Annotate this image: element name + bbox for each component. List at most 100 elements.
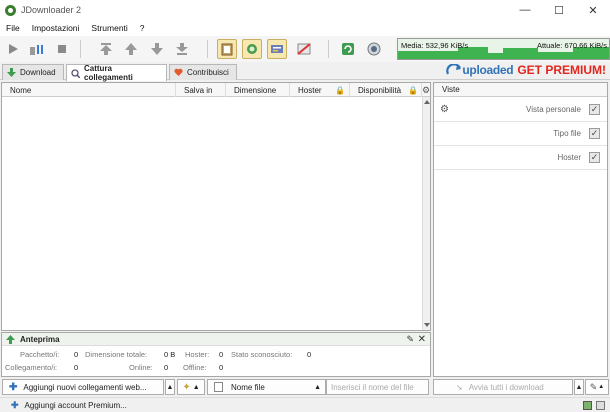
column-save-to[interactable]: Salva in xyxy=(176,83,226,97)
stat-label: Pacchetto/i: xyxy=(20,350,60,359)
clear-list-button[interactable]: ✦ ▲ xyxy=(177,379,205,395)
play-icon[interactable] xyxy=(3,39,23,59)
column-size[interactable]: Dimensione xyxy=(226,83,290,97)
preview-title: Anteprima xyxy=(20,334,60,344)
premium-banner[interactable]: uploaded GET PREMIUM! xyxy=(446,63,606,77)
file-icon xyxy=(214,382,223,392)
stat-value: 0 xyxy=(164,363,169,372)
premium-icon[interactable] xyxy=(267,39,287,59)
chevron-up-icon: ▲ xyxy=(598,384,605,390)
start-options-dropdown[interactable]: ▲ xyxy=(574,379,584,395)
add-premium-account-link[interactable]: Aggiungi account Premium... xyxy=(25,401,127,410)
start-all-icon: ➘ xyxy=(456,382,463,392)
stat-label: Collegamento/i: xyxy=(5,363,58,372)
plus-icon: ✚ xyxy=(9,381,18,393)
pause-icon[interactable] xyxy=(27,39,47,59)
auto-reconnect-icon[interactable] xyxy=(242,39,262,59)
window-title: JDownloader 2 xyxy=(21,5,82,15)
views-panel: Viste ⚙ Vista personale ✓ Tipo file ✓ Ho… xyxy=(433,82,608,377)
view-option-custom[interactable]: ⚙ Vista personale ✓ xyxy=(434,98,607,122)
chevron-up-icon: ▲ xyxy=(314,383,321,391)
speed-average: Media: 532,96 KiB/s xyxy=(401,41,469,50)
update-status-icon[interactable] xyxy=(583,401,592,410)
stop-icon[interactable] xyxy=(52,39,72,59)
link-grid[interactable]: Nome Salva in Dimensione Hoster 🔒 Dispon… xyxy=(1,82,431,331)
column-hoster[interactable]: Hoster 🔒 xyxy=(290,83,350,97)
menu-settings[interactable]: Impostazioni xyxy=(26,23,86,33)
lock-icon: 🔒 xyxy=(408,85,418,95)
lock-icon: 🔒 xyxy=(335,85,345,95)
view-checkbox[interactable]: ✓ xyxy=(589,128,600,139)
speed-meter: Media: 532,96 KiB/s Attuale: 670,66 KiB/… xyxy=(397,38,610,60)
scroll-up-icon[interactable] xyxy=(424,100,430,104)
view-checkbox[interactable]: ✓ xyxy=(589,104,600,115)
clean-up-icon: ✦ xyxy=(182,381,191,393)
move-to-top-icon[interactable] xyxy=(96,39,116,59)
preview-header: Anteprima xyxy=(2,333,430,346)
column-hoster-label: Hoster xyxy=(298,85,322,95)
move-to-bottom-icon[interactable] xyxy=(172,39,192,59)
scroll-down-icon[interactable] xyxy=(424,323,430,327)
gear-icon[interactable]: ⚙ xyxy=(440,104,449,115)
stat-label: Online: xyxy=(129,363,153,372)
stat-label: Offline: xyxy=(183,363,207,372)
plus-icon: ✚ xyxy=(11,399,19,410)
clipboard-monitor-icon[interactable] xyxy=(217,39,237,59)
tools-button[interactable]: ✎ ▲ xyxy=(585,379,609,395)
tab-linkgrabber-label: Cattura collegamenti xyxy=(84,64,133,82)
wrench-icon: ✎ xyxy=(589,381,598,392)
stat-value: 0 xyxy=(307,350,312,359)
start-all-label: Avvia tutti i download xyxy=(468,382,544,392)
view-option-hoster[interactable]: Hoster ✓ xyxy=(434,146,607,170)
tab-download[interactable]: Download xyxy=(2,64,64,80)
view-option-filetype[interactable]: Tipo file ✓ xyxy=(434,122,607,146)
preview-row-2: Collegamento/i: 0 Online: 0 Offline: 0 xyxy=(2,363,430,375)
minimize-button[interactable]: — xyxy=(508,0,542,20)
silent-mode-icon[interactable] xyxy=(294,39,314,59)
add-links-label: Aggiungi nuovi collegamenti web... xyxy=(23,382,147,392)
arrow-up-icon xyxy=(6,334,15,344)
close-button[interactable]: ✕ xyxy=(576,0,610,20)
grid-header: Nome Salva in Dimensione Hoster 🔒 Dispon… xyxy=(2,83,430,97)
column-settings-icon[interactable]: ⚙ xyxy=(422,85,430,96)
column-availability-label: Disponibilità xyxy=(358,85,402,95)
menu-help[interactable]: ? xyxy=(134,23,151,33)
close-icon[interactable]: ✕ xyxy=(418,334,426,345)
stat-value: 0 B xyxy=(164,350,176,359)
update-icon[interactable] xyxy=(364,39,384,59)
move-up-icon[interactable] xyxy=(121,39,141,59)
linkgrabber-icon xyxy=(71,68,81,79)
column-availability[interactable]: Disponibilità 🔒 xyxy=(350,83,422,97)
preview-row-1: Pacchetto/i: 0 Dimensione totale: 0 B Ho… xyxy=(2,350,430,362)
tab-contribute[interactable]: Contribuisci xyxy=(169,64,237,80)
tab-linkgrabber[interactable]: Cattura collegamenti xyxy=(66,64,167,82)
preview-panel: Anteprima ✎ ✕ Pacchetto/i: 0 Dimensione … xyxy=(1,332,431,377)
pin-icon[interactable]: ✎ xyxy=(406,334,414,345)
stat-value: 0 xyxy=(219,363,224,372)
menu-bar: File Impostazioni Strumenti ? xyxy=(0,20,610,36)
stat-label: Dimensione totale: xyxy=(85,350,148,359)
tab-contribute-label: Contribuisci xyxy=(187,68,229,77)
notification-icon[interactable] xyxy=(596,401,605,410)
filter-type-select[interactable]: Nome file ▲ xyxy=(207,379,326,395)
search-input[interactable]: Inserisci il nome del file xyxy=(326,379,429,395)
status-bar: ✚ Aggiungi account Premium... xyxy=(0,397,610,412)
move-down-icon[interactable] xyxy=(147,39,167,59)
add-links-dropdown[interactable]: ▲ xyxy=(165,379,175,395)
grid-scrollbar[interactable] xyxy=(422,97,430,330)
heart-icon xyxy=(174,68,183,77)
menu-file[interactable]: File xyxy=(0,23,26,33)
tab-download-label: Download xyxy=(20,68,56,77)
add-links-button[interactable]: ✚ Aggiungi nuovi collegamenti web... xyxy=(2,379,164,395)
views-header: Viste xyxy=(434,83,607,97)
app-logo-icon xyxy=(5,4,16,16)
column-name[interactable]: Nome xyxy=(2,83,176,97)
reconnect-icon[interactable] xyxy=(338,39,358,59)
start-all-downloads-button[interactable]: ➘ Avvia tutti i download xyxy=(433,379,573,395)
stat-value: 0 xyxy=(74,350,79,359)
view-checkbox[interactable]: ✓ xyxy=(589,152,600,163)
view-option-label: Tipo file xyxy=(553,129,581,138)
maximize-button[interactable]: ☐ xyxy=(542,0,576,20)
filter-type-label: Nome file xyxy=(231,382,265,392)
menu-tools[interactable]: Strumenti xyxy=(85,23,133,33)
